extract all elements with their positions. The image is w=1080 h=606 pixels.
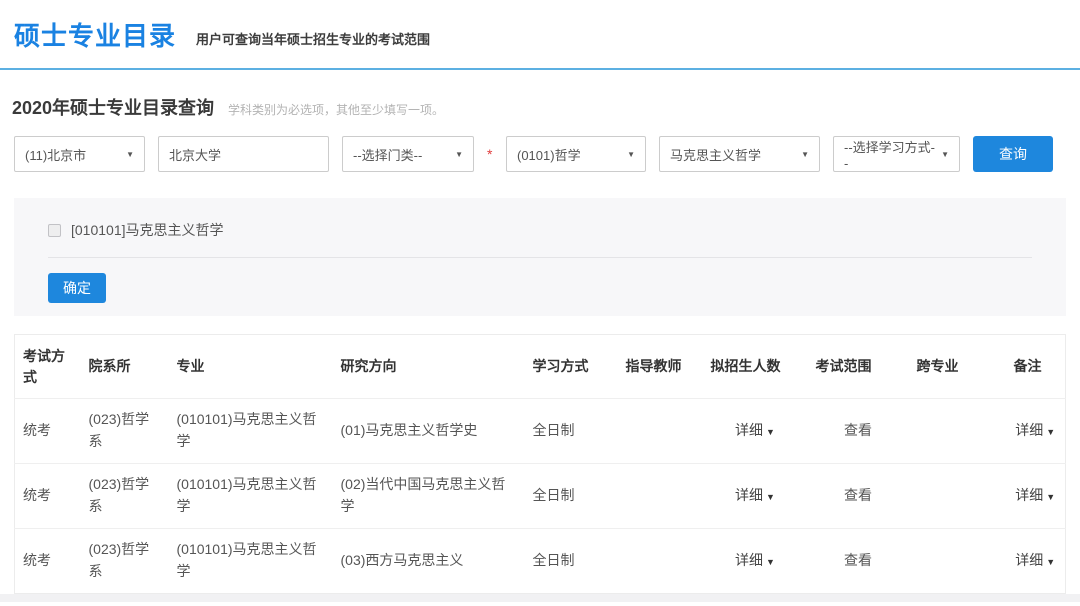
confirm-button[interactable]: 确定 <box>48 273 106 303</box>
col-header-exam-scope: 考试范围 <box>808 335 909 399</box>
enrollment-detail-label: 详细 <box>735 552 763 568</box>
table-row: 统考 (023)哲学系 (010101)马克思主义哲学 (01)马克思主义哲学史… <box>15 399 1066 464</box>
major-select-value: 马克思主义哲学 <box>670 145 761 164</box>
caret-down-icon: ▼ <box>1046 492 1055 502</box>
remark-detail-toggle[interactable]: 详细▼ <box>1015 422 1055 438</box>
province-select[interactable]: (11)北京市 ▼ <box>14 136 145 172</box>
enrollment-detail-toggle[interactable]: 详细▼ <box>735 422 775 438</box>
filter-bar: (11)北京市 ▼ --选择门类-- ▼ * (0101)哲学 ▼ 马克思主义哲… <box>14 136 1066 172</box>
cell-study-mode: 全日制 <box>525 464 618 529</box>
query-section-head: 2020年硕士专业目录查询 学科类别为必选项，其他至少填写一项。 <box>12 94 1066 120</box>
remark-detail-label: 详细 <box>1015 422 1043 438</box>
remark-detail-toggle[interactable]: 详细▼ <box>1015 552 1055 568</box>
enrollment-detail-label: 详细 <box>735 487 763 503</box>
cell-study-mode: 全日制 <box>525 399 618 464</box>
cell-department: (023)哲学系 <box>81 399 169 464</box>
cell-direction: (03)西方马克思主义 <box>333 529 525 594</box>
discipline-select-value: (0101)哲学 <box>517 145 581 164</box>
category-select-value: --选择门类-- <box>353 145 422 164</box>
major-checkbox-label: [010101]马克思主义哲学 <box>71 220 224 240</box>
exam-scope-view-link[interactable]: 查看 <box>844 552 872 568</box>
col-header-department: 院系所 <box>81 335 169 399</box>
discipline-select[interactable]: (0101)哲学 ▼ <box>506 136 646 172</box>
page-subtitle: 用户可查询当年硕士招生专业的考试范围 <box>196 29 430 48</box>
col-header-exam-type: 考试方式 <box>15 335 81 399</box>
page-header: 硕士专业目录 用户可查询当年硕士招生专业的考试范围 <box>0 0 1080 70</box>
col-header-remark: 备注 <box>1006 335 1066 399</box>
caret-down-icon: ▼ <box>941 150 949 159</box>
caret-down-icon: ▼ <box>455 150 463 159</box>
study-mode-select-value: --选择学习方式-- <box>844 137 935 171</box>
cell-major: (010101)马克思主义哲学 <box>169 529 333 594</box>
panel-divider <box>48 257 1032 258</box>
query-section-note: 学科类别为必选项，其他至少填写一项。 <box>228 101 444 118</box>
cell-department: (023)哲学系 <box>81 529 169 594</box>
page-bottom-strip <box>0 594 1080 602</box>
remark-detail-label: 详细 <box>1015 487 1043 503</box>
col-header-cross-major: 跨专业 <box>909 335 1006 399</box>
cell-cross-major <box>909 399 1006 464</box>
col-header-direction: 研究方向 <box>333 335 525 399</box>
cell-cross-major <box>909 464 1006 529</box>
caret-down-icon: ▼ <box>766 492 775 502</box>
table-row: 统考 (023)哲学系 (010101)马克思主义哲学 (03)西方马克思主义 … <box>15 529 1066 594</box>
col-header-major: 专业 <box>169 335 333 399</box>
major-checkbox-row: [010101]马克思主义哲学 <box>48 220 1032 240</box>
exam-scope-view-link[interactable]: 查看 <box>844 487 872 503</box>
selection-panel: [010101]马克思主义哲学 确定 <box>14 198 1066 316</box>
cell-advisor <box>618 399 703 464</box>
page-title: 硕士专业目录 <box>14 16 176 53</box>
major-select[interactable]: 马克思主义哲学 ▼ <box>659 136 820 172</box>
caret-down-icon: ▼ <box>766 557 775 567</box>
cell-major: (010101)马克思主义哲学 <box>169 464 333 529</box>
cell-direction: (01)马克思主义哲学史 <box>333 399 525 464</box>
province-select-value: (11)北京市 <box>25 145 86 164</box>
cell-direction: (02)当代中国马克思主义哲学 <box>333 464 525 529</box>
col-header-enrollment: 拟招生人数 <box>703 335 808 399</box>
remark-detail-toggle[interactable]: 详细▼ <box>1015 487 1055 503</box>
caret-down-icon: ▼ <box>766 427 775 437</box>
enrollment-detail-toggle[interactable]: 详细▼ <box>735 552 775 568</box>
table-header-row: 考试方式 院系所 专业 研究方向 学习方式 指导教师 拟招生人数 考试范围 跨专… <box>15 335 1066 399</box>
query-section-title: 2020年硕士专业目录查询 <box>12 94 214 120</box>
table-row: 统考 (023)哲学系 (010101)马克思主义哲学 (02)当代中国马克思主… <box>15 464 1066 529</box>
cell-exam-type: 统考 <box>15 529 81 594</box>
search-button[interactable]: 查询 <box>973 136 1053 172</box>
col-header-study-mode: 学习方式 <box>525 335 618 399</box>
cell-cross-major <box>909 529 1006 594</box>
caret-down-icon: ▼ <box>627 150 635 159</box>
caret-down-icon: ▼ <box>126 150 134 159</box>
result-table: 考试方式 院系所 专业 研究方向 学习方式 指导教师 拟招生人数 考试范围 跨专… <box>14 334 1066 594</box>
cell-advisor <box>618 464 703 529</box>
cell-advisor <box>618 529 703 594</box>
col-header-advisor: 指导教师 <box>618 335 703 399</box>
major-checkbox[interactable] <box>48 224 61 237</box>
enrollment-detail-label: 详细 <box>735 422 763 438</box>
enrollment-detail-toggle[interactable]: 详细▼ <box>735 487 775 503</box>
caret-down-icon: ▼ <box>801 150 809 159</box>
caret-down-icon: ▼ <box>1046 427 1055 437</box>
cell-major: (010101)马克思主义哲学 <box>169 399 333 464</box>
cell-department: (023)哲学系 <box>81 464 169 529</box>
study-mode-select[interactable]: --选择学习方式-- ▼ <box>833 136 960 172</box>
required-asterisk: * <box>487 146 493 162</box>
cell-exam-type: 统考 <box>15 399 81 464</box>
remark-detail-label: 详细 <box>1015 552 1043 568</box>
exam-scope-view-link[interactable]: 查看 <box>844 422 872 438</box>
category-select[interactable]: --选择门类-- ▼ <box>342 136 474 172</box>
cell-study-mode: 全日制 <box>525 529 618 594</box>
university-input[interactable] <box>158 136 329 172</box>
cell-exam-type: 统考 <box>15 464 81 529</box>
caret-down-icon: ▼ <box>1046 557 1055 567</box>
